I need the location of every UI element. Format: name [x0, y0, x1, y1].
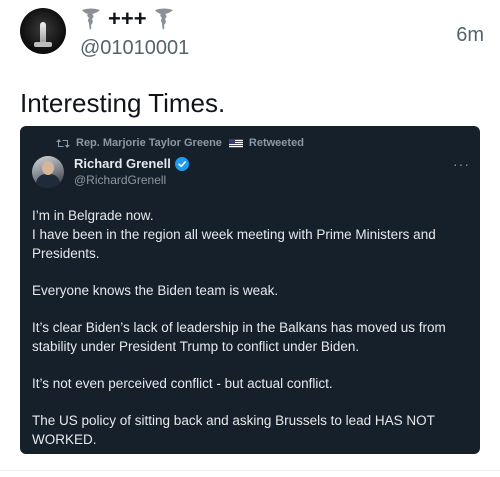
tornado-icon [154, 8, 173, 30]
paragraph: It’s clear Biden’s lack of leadership in… [32, 318, 472, 356]
avatar[interactable] [20, 8, 66, 54]
display-name-text: +++ [108, 6, 147, 31]
more-icon[interactable]: ··· [453, 156, 470, 172]
text-line: I’m in Belgrade now. [32, 208, 154, 223]
embedded-tweet-body: I’m in Belgrade now. I have been in the … [32, 206, 472, 454]
author-name-text: Richard Grenell [74, 156, 171, 171]
paragraph: The US policy of sitting back and asking… [32, 411, 472, 449]
post-text: Interesting Times. [20, 88, 226, 118]
retweeted-by: Rep. Marjorie Taylor Greene [76, 137, 222, 149]
author-avatar[interactable] [32, 156, 64, 188]
text-line: Presidents. [32, 246, 100, 261]
post-timestamp[interactable]: 6m [456, 24, 484, 47]
retweet-icon [56, 138, 70, 148]
paragraph: Everyone knows the Biden team is weak. [32, 281, 472, 300]
verified-badge-icon [174, 156, 189, 171]
author-name[interactable]: Richard Grenell [74, 156, 189, 171]
text-line: Everyone knows the Biden team is weak. [32, 283, 279, 298]
text-line: It’s not even perceived conflict - but a… [32, 376, 333, 391]
paragraph: I’m in Belgrade now. I have been in the … [32, 206, 472, 263]
tornado-icon [82, 8, 100, 30]
text-line: The US policy of sitting back and asking… [32, 413, 435, 428]
text-line: I have been in the region all week meeti… [32, 227, 436, 242]
display-name[interactable]: +++ [80, 6, 175, 32]
text-line: stability under President Trump to confl… [32, 339, 360, 354]
tower-icon [40, 22, 46, 44]
retweeted-label: Retweeted [248, 137, 304, 149]
author-handle[interactable]: @RichardGrenell [74, 173, 166, 187]
user-handle[interactable]: @01010001 [80, 37, 189, 60]
embedded-tweet-image[interactable]: Rep. Marjorie Taylor Greene Retweeted Ri… [20, 126, 480, 454]
paragraph: It’s not even perceived conflict - but a… [32, 374, 472, 393]
text-line: WORKED. [32, 432, 97, 447]
retweet-context: Rep. Marjorie Taylor Greene Retweeted [56, 137, 304, 149]
divider [0, 470, 500, 471]
us-flag-icon [228, 138, 243, 148]
text-line: It’s clear Biden’s lack of leadership in… [32, 320, 446, 335]
